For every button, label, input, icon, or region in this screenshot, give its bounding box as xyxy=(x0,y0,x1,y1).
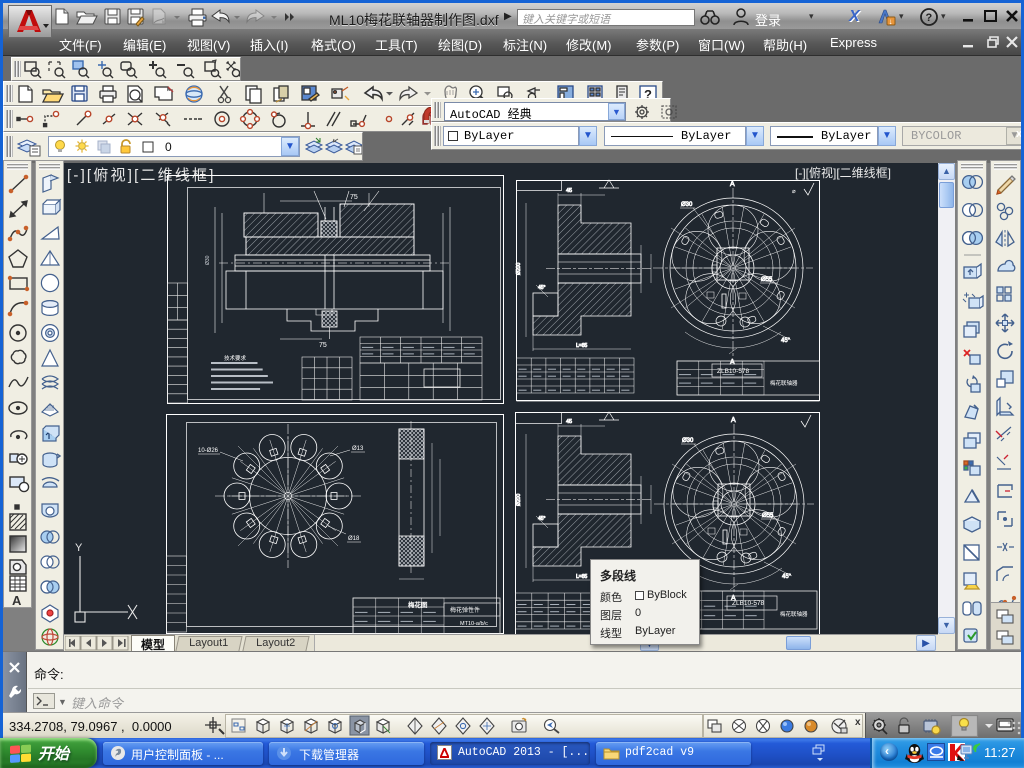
svg-text:ZLB10-578: ZLB10-578 xyxy=(717,368,750,375)
svg-text:L=85: L=85 xyxy=(576,574,587,580)
svg-text:Ø200: Ø200 xyxy=(516,494,522,506)
svg-text:[-][俯视][二维线框]: [-][俯视][二维线框] xyxy=(795,165,891,180)
svg-text:Ø18: Ø18 xyxy=(348,536,360,542)
svg-text:45: 45 xyxy=(566,188,572,194)
svg-text:A: A xyxy=(730,359,735,366)
svg-text:?: ? xyxy=(926,12,933,24)
svg-text:Ø30: Ø30 xyxy=(682,438,694,444)
svg-text:Y: Y xyxy=(75,542,83,554)
svg-text:45°: 45° xyxy=(538,516,546,522)
svg-text:Ø55: Ø55 xyxy=(761,277,773,283)
svg-text:Ø30: Ø30 xyxy=(681,202,693,208)
svg-text:梅花联轴器: 梅花联轴器 xyxy=(780,610,808,618)
svg-text:A: A xyxy=(730,181,735,188)
svg-text:↓: ↓ xyxy=(889,17,893,26)
svg-text:A: A xyxy=(731,417,736,424)
svg-text:ZLB10-578: ZLB10-578 xyxy=(732,600,765,607)
svg-text:75: 75 xyxy=(319,342,327,349)
svg-text:L=85: L=85 xyxy=(576,343,587,349)
svg-text:75: 75 xyxy=(350,194,358,201)
svg-text:Ø30: Ø30 xyxy=(205,255,211,265)
svg-text:Ø55: Ø55 xyxy=(762,513,774,519)
svg-text:梅花图: 梅花图 xyxy=(408,600,428,609)
svg-text:梅花弹性件: 梅花弹性件 xyxy=(450,606,480,614)
svg-text:45°: 45° xyxy=(538,285,546,291)
svg-text:10-Ø26: 10-Ø26 xyxy=(198,448,219,454)
svg-text:Ø13: Ø13 xyxy=(352,446,364,452)
svg-text:⌀: ⌀ xyxy=(792,189,796,195)
svg-text:45: 45 xyxy=(566,419,572,425)
svg-text:A: A xyxy=(12,593,22,607)
svg-text:MT10-a/b/c: MT10-a/b/c xyxy=(460,621,488,627)
svg-text:Ø200: Ø200 xyxy=(516,263,522,275)
svg-text:技术要求: 技术要求 xyxy=(224,354,247,362)
svg-text:梅花联轴器: 梅花联轴器 xyxy=(770,379,798,387)
